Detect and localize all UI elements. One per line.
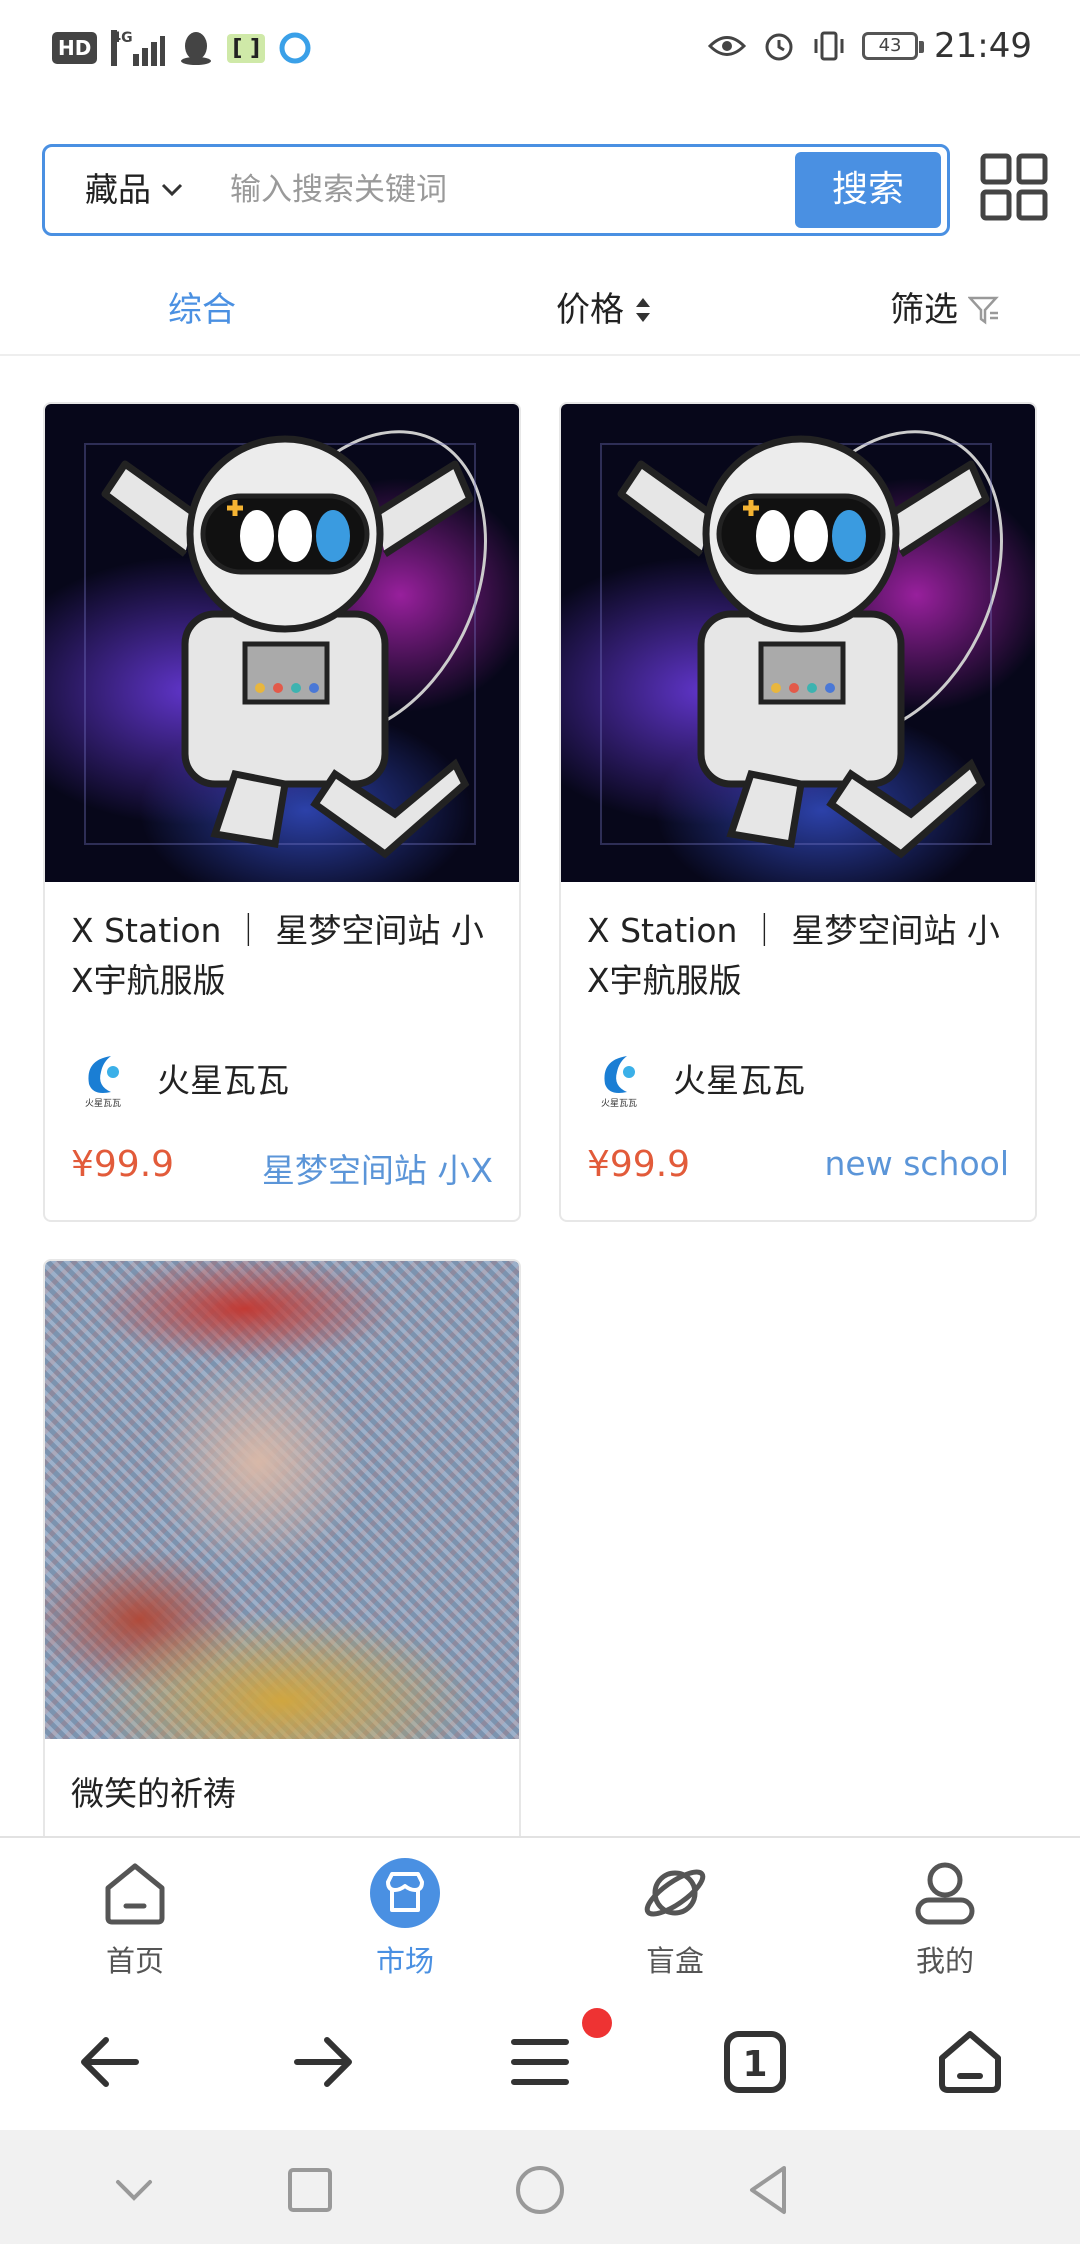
hide-keyboard-icon[interactable] xyxy=(104,2160,164,2220)
menu-icon[interactable] xyxy=(500,2022,580,2102)
battery-level: 43 xyxy=(878,35,902,56)
back-icon[interactable] xyxy=(70,2022,150,2102)
creator-logo-icon: 火星瓦瓦 xyxy=(601,1056,637,1109)
search-box: 藏品 搜索 xyxy=(42,144,950,236)
home-icon xyxy=(105,1863,165,1925)
tab-mine-label: 我的 xyxy=(915,1944,974,1978)
tab-blind-box[interactable]: 盲盒 xyxy=(540,1838,810,1994)
sort-price-label: 价格 xyxy=(556,290,624,330)
bottom-tab-bar: 首页 市场 盲盒 我的 xyxy=(0,1836,1080,1992)
category-label: 藏品 xyxy=(85,170,151,209)
network-type: 4G xyxy=(111,30,133,66)
eye-icon xyxy=(708,36,747,56)
tab-blind-box-label: 盲盒 xyxy=(645,1944,704,1978)
battery-icon: 43 xyxy=(862,32,925,60)
category-dropdown[interactable]: 藏品 xyxy=(85,147,183,233)
product-price: ¥99.9 xyxy=(71,1144,175,1185)
product-card[interactable]: X Station ｜ 星梦空间站 小X宇航服版 火星瓦瓦 火星瓦瓦 ¥99.9… xyxy=(43,402,521,1222)
tab-market-label: 市场 xyxy=(375,1944,434,1978)
tab-home[interactable]: 首页 xyxy=(0,1838,270,1994)
status-right-icons: 43 21:49 xyxy=(708,26,1032,66)
sim-icon: [ ] xyxy=(227,33,266,63)
sort-filter-label: 筛选 xyxy=(890,290,958,330)
forward-icon[interactable] xyxy=(283,2022,363,2102)
creator-row[interactable]: 火星瓦瓦 火星瓦瓦 xyxy=(587,1046,805,1110)
signal-icon: 4G xyxy=(111,30,166,66)
astronaut-illustration xyxy=(600,430,1003,859)
product-series: 星梦空间站 小X xyxy=(261,1151,493,1190)
creator-row[interactable]: 火星瓦瓦 火星瓦瓦 xyxy=(71,1046,289,1110)
sort-comprehensive-label: 综合 xyxy=(168,290,236,330)
tab-home-label: 首页 xyxy=(105,1944,164,1978)
sort-price[interactable]: 价格 xyxy=(556,264,652,356)
product-card[interactable]: 微笑的祈祷 xyxy=(43,1259,521,1859)
notification-dot xyxy=(582,2008,612,2038)
clock: 21:49 xyxy=(934,26,1032,66)
hd-badge: HD xyxy=(52,32,98,64)
creator-name: 火星瓦瓦 xyxy=(673,1061,805,1100)
store-icon xyxy=(370,1858,440,1928)
browser-app-icon xyxy=(279,32,311,64)
status-bar: HD 4G [ ] 43 21:49 xyxy=(0,0,1080,96)
search-button[interactable]: 搜索 xyxy=(795,152,941,228)
status-left-icons: HD 4G [ ] xyxy=(52,30,311,66)
product-image xyxy=(561,404,1035,882)
svg-text:火星瓦瓦: 火星瓦瓦 xyxy=(85,1098,121,1109)
chevron-down-icon xyxy=(161,183,183,197)
tab-market[interactable]: 市场 xyxy=(270,1838,540,1994)
portrait-mosaic-art xyxy=(45,1261,519,1739)
browser-home-icon[interactable] xyxy=(930,2022,1010,2102)
home-circle-icon[interactable] xyxy=(510,2160,570,2220)
alarm-icon xyxy=(765,33,793,61)
tabs-count-icon[interactable]: 1 xyxy=(715,2022,795,2102)
product-price: ¥99.9 xyxy=(587,1144,691,1185)
product-card[interactable]: X Station ｜ 星梦空间站 小X宇航服版 火星瓦瓦 火星瓦瓦 ¥99.9… xyxy=(559,402,1037,1222)
browser-toolbar: 1 xyxy=(0,1992,1080,2130)
sort-comprehensive[interactable]: 综合 xyxy=(168,264,236,356)
product-title: 微笑的祈祷 xyxy=(71,1774,236,1813)
creator-name: 火星瓦瓦 xyxy=(157,1061,289,1100)
planet-icon xyxy=(644,1869,706,1917)
tab-mine[interactable]: 我的 xyxy=(810,1838,1080,1994)
search-input[interactable] xyxy=(230,161,830,219)
back-triangle-icon[interactable] xyxy=(740,2160,800,2220)
creator-logo-icon: 火星瓦瓦 xyxy=(85,1056,121,1109)
system-nav-bar xyxy=(0,2130,1080,2244)
astronaut-illustration xyxy=(84,430,487,859)
svg-text:1: 1 xyxy=(742,2044,767,2085)
qq-penguin-icon xyxy=(181,32,212,65)
product-image xyxy=(45,404,519,882)
user-icon xyxy=(915,1862,975,1925)
sort-bar: 综合 价格 筛选 xyxy=(0,264,1080,356)
sort-filter[interactable]: 筛选 xyxy=(890,264,1000,356)
filter-icon xyxy=(968,296,999,325)
vibrate-icon xyxy=(814,31,844,61)
product-title: X Station ｜ 星梦空间站 小X宇航服版 xyxy=(587,911,1000,1000)
sort-arrows-icon xyxy=(636,298,650,322)
recents-icon[interactable] xyxy=(280,2160,340,2220)
product-title: X Station ｜ 星梦空间站 小X宇航服版 xyxy=(71,911,484,1000)
product-image xyxy=(45,1261,519,1739)
svg-text:火星瓦瓦: 火星瓦瓦 xyxy=(601,1098,637,1109)
grid-view-icon[interactable] xyxy=(980,153,1048,221)
product-series: new school xyxy=(824,1144,1010,1183)
